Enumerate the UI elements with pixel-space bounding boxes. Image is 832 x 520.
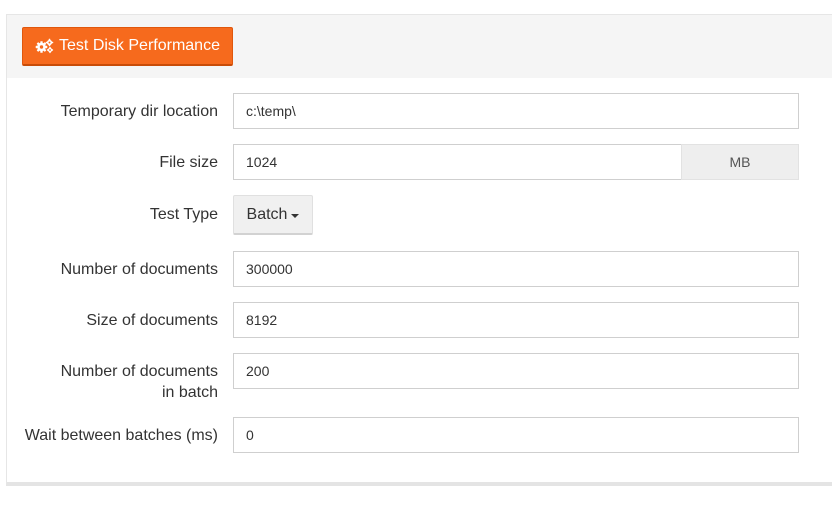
size-documents-label: Size of documents [86,312,218,329]
wait-between-input[interactable]: 0 [233,417,799,453]
test-type-selected: Batch [246,205,288,223]
file-size-input[interactable]: 1024 [233,144,682,180]
panel-header: Test Disk Performance [7,15,832,78]
size-documents-input[interactable]: 8192 [233,302,799,338]
temp-dir-input[interactable]: c:\temp\ [233,93,799,129]
num-in-batch-label-line2: in batch [161,384,218,401]
test-disk-performance-label: Test Disk Performance [59,37,220,54]
test-type-dropdown[interactable]: Batch [233,195,313,235]
num-documents-label: Number of documents [60,261,218,278]
gears-icon [35,38,55,54]
temp-dir-label: Temporary dir location [60,103,218,120]
caret-down-icon [291,213,300,218]
file-size-label: File size [159,154,218,171]
num-documents-input[interactable]: 300000 [233,251,799,287]
test-type-label: Test Type [149,206,218,223]
wait-between-label: Wait between batches (ms) [24,427,218,444]
test-disk-performance-button[interactable]: Test Disk Performance [22,27,233,66]
num-in-batch-input[interactable]: 200 [233,353,799,389]
disk-test-panel: Test Disk Performance [6,14,832,486]
num-in-batch-label-line1: Number of documents [60,363,218,380]
file-size-unit: MB [681,144,799,180]
